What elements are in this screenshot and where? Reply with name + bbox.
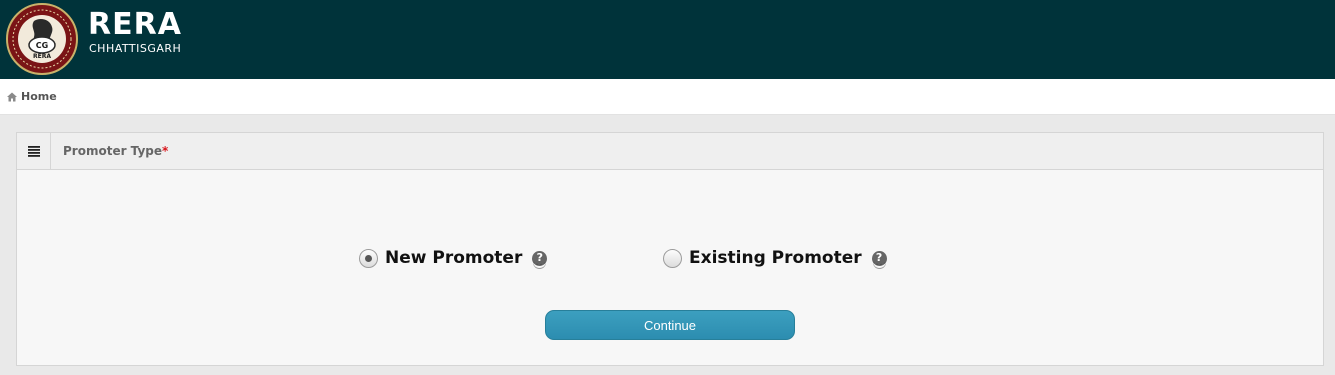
brand-subtitle: CHHATTISGARH: [89, 42, 182, 55]
breadcrumb: Home: [0, 79, 1335, 115]
promoter-type-panel: Promoter Type* New Promoter ? Existing P…: [16, 132, 1324, 366]
panel-title-text: Promoter Type: [63, 144, 162, 158]
logo-rera-text: RERA: [33, 53, 51, 60]
radio-selected-dot: [365, 254, 372, 262]
panel-menu-cell: [17, 133, 51, 170]
panel-title: Promoter Type*: [63, 144, 168, 158]
required-asterisk: *: [162, 144, 169, 158]
question-icon[interactable]: ?: [871, 250, 887, 266]
radio-new-promoter[interactable]: New Promoter ?: [359, 245, 548, 271]
radio-button-new-promoter[interactable]: [359, 248, 378, 268]
home-icon[interactable]: [7, 92, 17, 102]
new-promoter-label[interactable]: New Promoter: [385, 248, 522, 268]
question-icon[interactable]: ?: [532, 250, 548, 266]
panel-header: Promoter Type*: [17, 133, 1323, 170]
radio-button-existing-promoter[interactable]: [663, 248, 682, 268]
breadcrumb-home-link[interactable]: Home: [21, 90, 57, 103]
list-icon: [28, 146, 40, 157]
logo-cg-text: CG: [36, 41, 48, 50]
continue-button[interactable]: Continue: [545, 310, 795, 340]
brand-title[interactable]: RERA: [88, 8, 182, 42]
rera-logo-seal[interactable]: CG RERA: [4, 3, 80, 75]
existing-promoter-label[interactable]: Existing Promoter: [689, 248, 862, 268]
top-header: CG RERA RERA CHHATTISGARH: [0, 0, 1335, 79]
radio-existing-promoter[interactable]: Existing Promoter ?: [663, 245, 887, 271]
